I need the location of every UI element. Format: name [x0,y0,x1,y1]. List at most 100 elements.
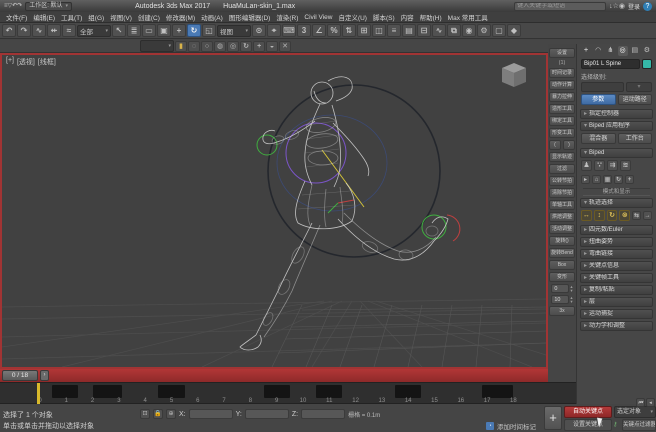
biped-mode-icon[interactable]: ♟ [581,160,592,171]
track-selection-icon[interactable]: ⇆ [632,211,641,220]
menu-item[interactable]: 脚本(S) [370,12,398,22]
strip-button[interactable]: 变形 [549,272,575,282]
toolbar-icon[interactable]: ⚙ [477,24,491,37]
strip-button[interactable]: 显示轨迹 [549,152,575,162]
viewport-view-label[interactable]: [透视] [17,57,35,67]
redo-icon[interactable]: ↷ [17,3,22,9]
strip-button[interactable]: 旋转() [549,236,575,246]
strip-button[interactable]: 时间记录 [549,68,575,78]
strip-button[interactable]: 造形工具 [549,104,575,114]
toolbar-icon[interactable]: ↖ [112,24,126,37]
biped-mode-icon[interactable]: ⇉ [607,160,618,171]
auto-key-button[interactable]: 自动关键点 [564,406,612,418]
rollout-biped-apps[interactable]: ▾Biped 应用程序 [580,121,653,131]
key-filter-icon[interactable]: ⚷ [613,420,621,430]
toolbar-icon[interactable]: ≈ [62,24,76,37]
menu-item[interactable]: 文件(F) [3,12,30,22]
workbench-button[interactable]: 工作台 [618,133,653,144]
time-slider-handle[interactable]: 0 / 18 [2,370,38,381]
toolbar-icon[interactable]: ⌨ [282,24,296,37]
playback-icon[interactable]: ⏮ [636,398,645,407]
viewcube[interactable] [502,63,526,87]
menu-item[interactable]: 帮助(H) [417,12,445,22]
track-selection-icon[interactable]: ↻ [607,210,618,221]
toolbar-icon[interactable]: ◉ [462,24,476,37]
workspace-selector[interactable]: 工作区: 默认▾ [25,2,72,11]
menu-item[interactable]: 图形编辑器(D) [226,12,274,22]
playback-icon[interactable]: ◂ [646,398,655,407]
set-keys-button[interactable]: + [544,406,562,430]
toolbar-icon[interactable]: ▢ [492,24,506,37]
help-icon[interactable]: ? [643,2,652,11]
y-coordinate-field[interactable] [245,409,289,419]
strip-button[interactable]: 动作计算 [549,80,575,90]
time-tag[interactable]: ◔ 添加时间标记 [486,421,536,431]
collapsed-rollout[interactable]: ▸关键帧工具 [580,273,653,283]
keying-selection-dropdown[interactable]: 选定对象▾ [614,406,656,418]
biped-file-icon[interactable]: ⌂ [592,175,601,184]
sign-in-link[interactable]: 登录 [628,2,640,11]
toolbar-icon[interactable]: ⊟ [417,24,431,37]
toolbar-icon[interactable]: 3 [297,24,311,37]
toolbar-icon[interactable]: ▣ [157,24,171,37]
toolbar-icon[interactable]: ⧉ [447,24,461,37]
keyframe-marker[interactable] [482,385,514,398]
strip-button[interactable]: 清除节拍 [549,188,575,198]
object-name-field[interactable]: Bip01 L Spine [581,59,640,69]
keyframe-marker[interactable] [395,385,421,398]
strip-button[interactable]: 单轴工具 [549,200,575,210]
menu-item[interactable]: 渲染(R) [273,12,301,22]
collapsed-rollout[interactable]: ▸复制/粘贴 [580,285,653,295]
command-panel-tab[interactable]: ▤ [630,46,640,56]
track-selection-icon[interactable]: → [643,211,652,220]
track-bar[interactable]: 0123456789101112131415161718 [0,382,600,404]
track-selection-icon[interactable]: ↔ [581,210,592,221]
menu-item[interactable]: 动画(A) [198,12,226,22]
toolbar-icon[interactable]: ⇅ [342,24,356,37]
z-coordinate-field[interactable] [301,409,345,419]
strip-last-button[interactable]: 3x [549,306,575,316]
viewport-menu-plus[interactable]: [+] [6,57,14,67]
strip-button[interactable]: 过滤 [549,164,575,174]
parameters-button[interactable]: 参数 [581,94,616,105]
strip-spinner[interactable]: 10▴▾ [551,295,572,304]
rotate-gizmo-screen-ring[interactable] [268,85,440,257]
biped-file-icon[interactable]: ▸ [581,175,590,184]
biped-file-icon[interactable]: ▦ [603,175,612,184]
strip-button[interactable]: 活动调整 [549,224,575,234]
toolbar-icon[interactable]: ✕ [279,41,291,52]
motion-paths-button[interactable]: 运动路径 [618,94,653,105]
track-selection-icon[interactable]: ⊗ [619,210,630,221]
perspective-viewport[interactable]: [+] [透视] [线框] [0,53,548,369]
toolbar-icon[interactable]: + [172,24,186,37]
selection-filter-dropdown[interactable]: 全部▾ [77,25,111,37]
modes-display-expander[interactable]: 模式和显示 [583,188,650,196]
command-panel-tab[interactable]: + [581,46,591,56]
toolbar-icon[interactable]: ∿ [432,24,446,37]
toolbar-icon[interactable]: ⊞ [357,24,371,37]
toolbar-icon[interactable]: % [327,24,341,37]
toolbar-icon[interactable]: ◱ [202,24,216,37]
strip-pair-button[interactable]: ( [549,140,561,150]
menu-item[interactable]: 自定义(U) [335,12,370,22]
viewport-shading-label[interactable]: [线框] [38,57,56,67]
collapsed-rollout[interactable]: ▸四元数/Euler [580,225,653,235]
collapsed-rollout[interactable]: ▸运动捕捉 [580,309,653,319]
spinner-arrows-icon[interactable]: ▴▾ [570,296,572,304]
coordinate-display-icon[interactable]: ⊕ [166,409,176,419]
menu-item[interactable]: 内容 [398,12,417,22]
toolbar-icon[interactable]: ∿ [32,24,46,37]
menu-item[interactable]: 编辑(E) [30,12,58,22]
command-panel-tab[interactable]: ⋔ [605,46,615,56]
rollout-assign-controller[interactable]: ▸指定控制器 [580,109,653,119]
collapsed-rollout[interactable]: ▸动力学和调整 [580,321,653,331]
rotate-gizmo-purple-ring[interactable] [286,123,346,183]
wireframe-character[interactable] [240,77,448,350]
toolbar-icon[interactable]: ○ [201,41,213,52]
keyframe-marker[interactable] [316,385,342,398]
toolbar-icon[interactable]: ◫ [372,24,386,37]
strip-button[interactable]: 暴力拉伸 [549,92,575,102]
keyframe-marker[interactable] [52,385,78,398]
biped-mode-icon[interactable]: ∵ [594,160,605,171]
strip-pair-button[interactable]: ) [563,140,575,150]
